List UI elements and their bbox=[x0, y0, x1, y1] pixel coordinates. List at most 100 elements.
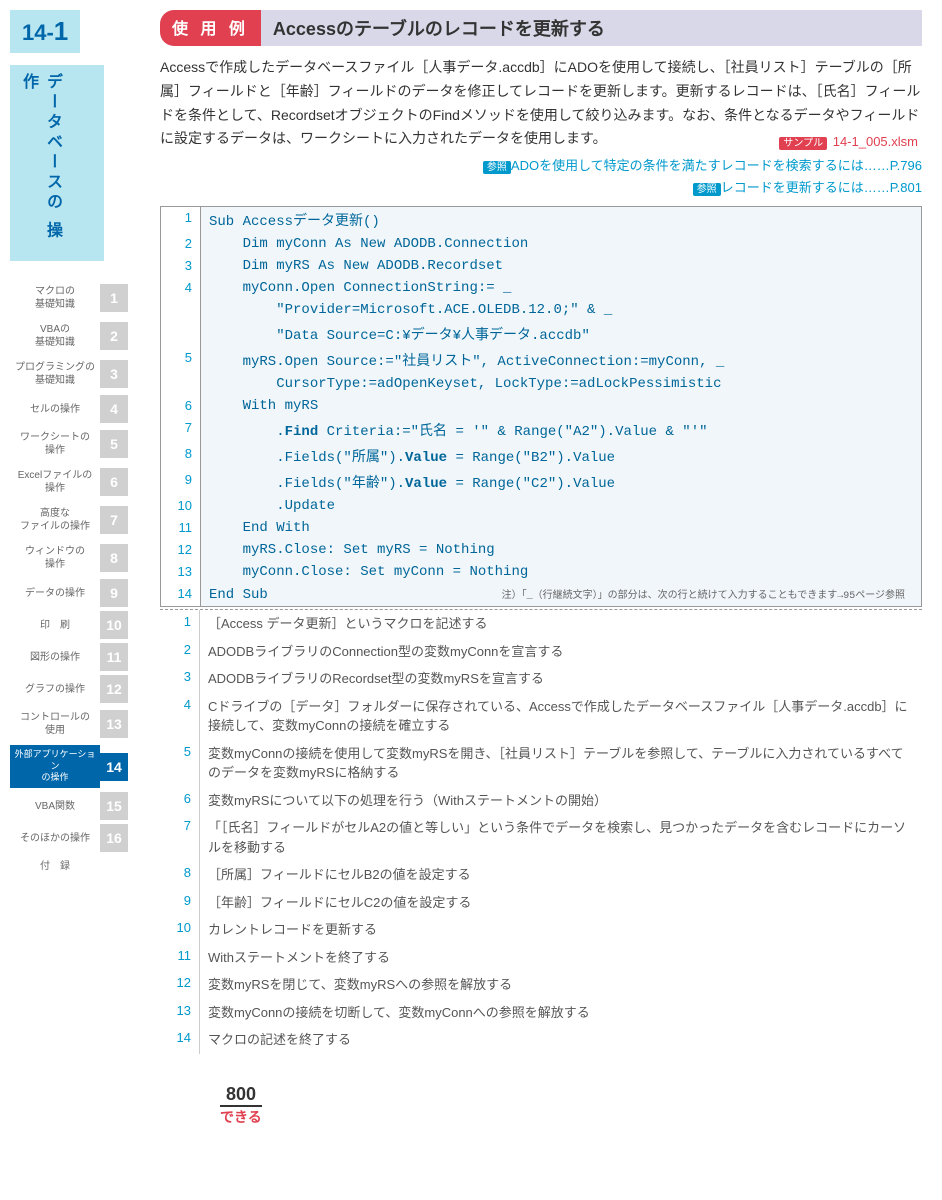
sample-reference: サンプル 14-1_005.xlsm bbox=[779, 134, 918, 149]
nav-label: マクロの基礎知識 bbox=[10, 281, 100, 315]
nav-number: 14 bbox=[100, 753, 128, 781]
code-line: myRS.Close: Set myRS = Nothing bbox=[201, 539, 921, 561]
explanation-number: 10 bbox=[160, 916, 200, 944]
explanation-number: 3 bbox=[160, 665, 200, 693]
reference-link[interactable]: 参照レコードを更新するには……P.801 bbox=[160, 177, 922, 196]
explanation-row: 6変数myRSについて以下の処理を行う（Withステートメントの開始） bbox=[160, 787, 922, 815]
nav-number: 11 bbox=[100, 643, 128, 671]
explanation-text: ADODBライブラリのConnection型の変数myConnを宣言する bbox=[200, 638, 571, 666]
explanation-row: 1［Access データ更新］というマクロを記述する bbox=[160, 610, 922, 638]
explanation-row: 11Withステートメントを終了する bbox=[160, 944, 922, 972]
code-line: End Sub注）「_（行継続文字）」の部分は、次の行と続けて入力することもでき… bbox=[201, 583, 921, 606]
explanation-text: 変数myConnの接続を切断して、変数myConnへの参照を解放する bbox=[200, 999, 598, 1027]
nav-item[interactable]: VBA関数15 bbox=[10, 792, 140, 820]
explanation-number: 12 bbox=[160, 971, 200, 999]
brand-label: できる bbox=[220, 1109, 262, 1125]
code-line-number: 14 bbox=[161, 583, 201, 606]
nav-item[interactable]: プログラミングの基礎知識3 bbox=[10, 357, 140, 391]
chapter-badge: 14-1 bbox=[10, 10, 80, 53]
explanation-text: 変数myRSについて以下の処理を行う（Withステートメントの開始） bbox=[200, 787, 615, 815]
nav-item[interactable]: マクロの基礎知識1 bbox=[10, 281, 140, 315]
code-line: .Fields("年齢").Value = Range("C2").Value bbox=[201, 469, 921, 495]
nav-item[interactable]: コントロールの使用13 bbox=[10, 707, 140, 741]
code-line-number: 5 bbox=[161, 347, 201, 373]
explanation-text: 変数myConnの接続を使用して変数myRSを開き、［社員リスト］テーブルを参照… bbox=[200, 740, 922, 787]
nav-number: 9 bbox=[100, 579, 128, 607]
explanation-number: 4 bbox=[160, 693, 200, 740]
code-block: 1Sub Accessデータ更新()2 Dim myConn As New AD… bbox=[160, 206, 922, 607]
reference-link[interactable]: 参照ADOを使用して特定の条件を満たすレコードを検索するには……P.796 bbox=[160, 155, 922, 174]
nav-item[interactable]: 付 録 bbox=[10, 856, 140, 877]
explanation-text: Withステートメントを終了する bbox=[200, 944, 398, 972]
nav-label: ウィンドウの操作 bbox=[10, 541, 100, 575]
nav-item[interactable]: VBAの基礎知識2 bbox=[10, 319, 140, 353]
nav-item[interactable]: 外部アプリケーションの操作14 bbox=[10, 745, 140, 788]
code-line-number: 10 bbox=[161, 495, 201, 517]
explanation-text: 変数myRSを閉じて、変数myRSへの参照を解放する bbox=[200, 971, 520, 999]
explanation-row: 13変数myConnの接続を切断して、変数myConnへの参照を解放する bbox=[160, 999, 922, 1027]
code-row: 11 End With bbox=[161, 517, 921, 539]
explanation-number: 13 bbox=[160, 999, 200, 1027]
nav-label: Excelファイルの操作 bbox=[10, 465, 100, 499]
nav-number: 4 bbox=[100, 395, 128, 423]
nav-number: 6 bbox=[100, 468, 128, 496]
nav-item[interactable]: ウィンドウの操作8 bbox=[10, 541, 140, 575]
code-row: 6 With myRS bbox=[161, 395, 921, 417]
code-line-number: 12 bbox=[161, 539, 201, 561]
nav-item[interactable]: セルの操作4 bbox=[10, 395, 140, 423]
code-line-number: 7 bbox=[161, 417, 201, 443]
code-line: .Fields("所属").Value = Range("B2").Value bbox=[201, 443, 921, 469]
code-line: "Data Source=C:¥データ¥人事データ.accdb" bbox=[201, 321, 921, 347]
nav-item[interactable]: そのほかの操作16 bbox=[10, 824, 140, 852]
nav-item[interactable]: 図形の操作11 bbox=[10, 643, 140, 671]
nav-label: プログラミングの基礎知識 bbox=[10, 357, 100, 391]
explanation-text: ADODBライブラリのRecordset型の変数myRSを宣言する bbox=[200, 665, 552, 693]
explanation-row: 10カレントレコードを更新する bbox=[160, 916, 922, 944]
sample-badge: サンプル bbox=[779, 137, 827, 150]
code-row: "Data Source=C:¥データ¥人事データ.accdb" bbox=[161, 321, 921, 347]
nav-label: 付 録 bbox=[10, 856, 100, 877]
nav-label: 印 刷 bbox=[10, 615, 100, 636]
page-container: 14-1 データベースの 操作 マクロの基礎知識1VBAの基礎知識2プログラミン… bbox=[0, 0, 942, 1167]
code-line-number: 2 bbox=[161, 233, 201, 255]
code-row: 14End Sub注）「_（行継続文字）」の部分は、次の行と続けて入力することも… bbox=[161, 583, 921, 606]
explanation-text: カレントレコードを更新する bbox=[200, 916, 385, 944]
nav-number: 3 bbox=[100, 360, 128, 388]
explanation-number: 7 bbox=[160, 814, 200, 861]
explanation-number: 14 bbox=[160, 1026, 200, 1054]
code-line: myConn.Close: Set myConn = Nothing bbox=[201, 561, 921, 583]
nav-item[interactable]: 印 刷10 bbox=[10, 611, 140, 639]
code-line: "Provider=Microsoft.ACE.OLEDB.12.0;" & _ bbox=[201, 299, 921, 321]
code-row: 9 .Fields("年齢").Value = Range("C2").Valu… bbox=[161, 469, 921, 495]
main-content: 使 用 例 Accessのテーブルのレコードを更新する Accessで作成したデ… bbox=[140, 10, 922, 1127]
code-row: 7 .Find Criteria:="氏名 = '" & Range("A2")… bbox=[161, 417, 921, 443]
code-row: 8 .Fields("所属").Value = Range("B2").Valu… bbox=[161, 443, 921, 469]
code-line: myRS.Open Source:="社員リスト", ActiveConnect… bbox=[201, 347, 921, 373]
nav-label: グラフの操作 bbox=[10, 679, 100, 700]
explanation-number: 6 bbox=[160, 787, 200, 815]
explanation-text: Cドライブの［データ］フォルダーに保存されている、Accessで作成したデータベ… bbox=[200, 693, 922, 740]
explanation-number: 2 bbox=[160, 638, 200, 666]
nav-item[interactable]: 高度なファイルの操作7 bbox=[10, 503, 140, 537]
explanation-row: 5変数myConnの接続を使用して変数myRSを開き、［社員リスト］テーブルを参… bbox=[160, 740, 922, 787]
code-line: Sub Accessデータ更新() bbox=[201, 207, 921, 233]
nav-item[interactable]: ワークシートの操作5 bbox=[10, 427, 140, 461]
code-line: CursorType:=adOpenKeyset, LockType:=adLo… bbox=[201, 373, 921, 395]
code-row: 4 myConn.Open ConnectionString:= _ bbox=[161, 277, 921, 299]
nav-item[interactable]: グラフの操作12 bbox=[10, 675, 140, 703]
title-row: 使 用 例 Accessのテーブルのレコードを更新する bbox=[160, 10, 922, 46]
nav-number: 1 bbox=[100, 284, 128, 312]
explanation-number: 5 bbox=[160, 740, 200, 787]
explanation-row: 2ADODBライブラリのConnection型の変数myConnを宣言する bbox=[160, 638, 922, 666]
code-row: 5 myRS.Open Source:="社員リスト", ActiveConne… bbox=[161, 347, 921, 373]
nav-number: 15 bbox=[100, 792, 128, 820]
nav-label: そのほかの操作 bbox=[10, 828, 100, 849]
code-line-number bbox=[161, 299, 201, 321]
code-line-number: 9 bbox=[161, 469, 201, 495]
sample-filename: 14-1_005.xlsm bbox=[833, 134, 918, 149]
nav-item[interactable]: Excelファイルの操作6 bbox=[10, 465, 140, 499]
nav-number: 12 bbox=[100, 675, 128, 703]
code-row: 12 myRS.Close: Set myRS = Nothing bbox=[161, 539, 921, 561]
nav-number: 5 bbox=[100, 430, 128, 458]
nav-item[interactable]: データの操作9 bbox=[10, 579, 140, 607]
